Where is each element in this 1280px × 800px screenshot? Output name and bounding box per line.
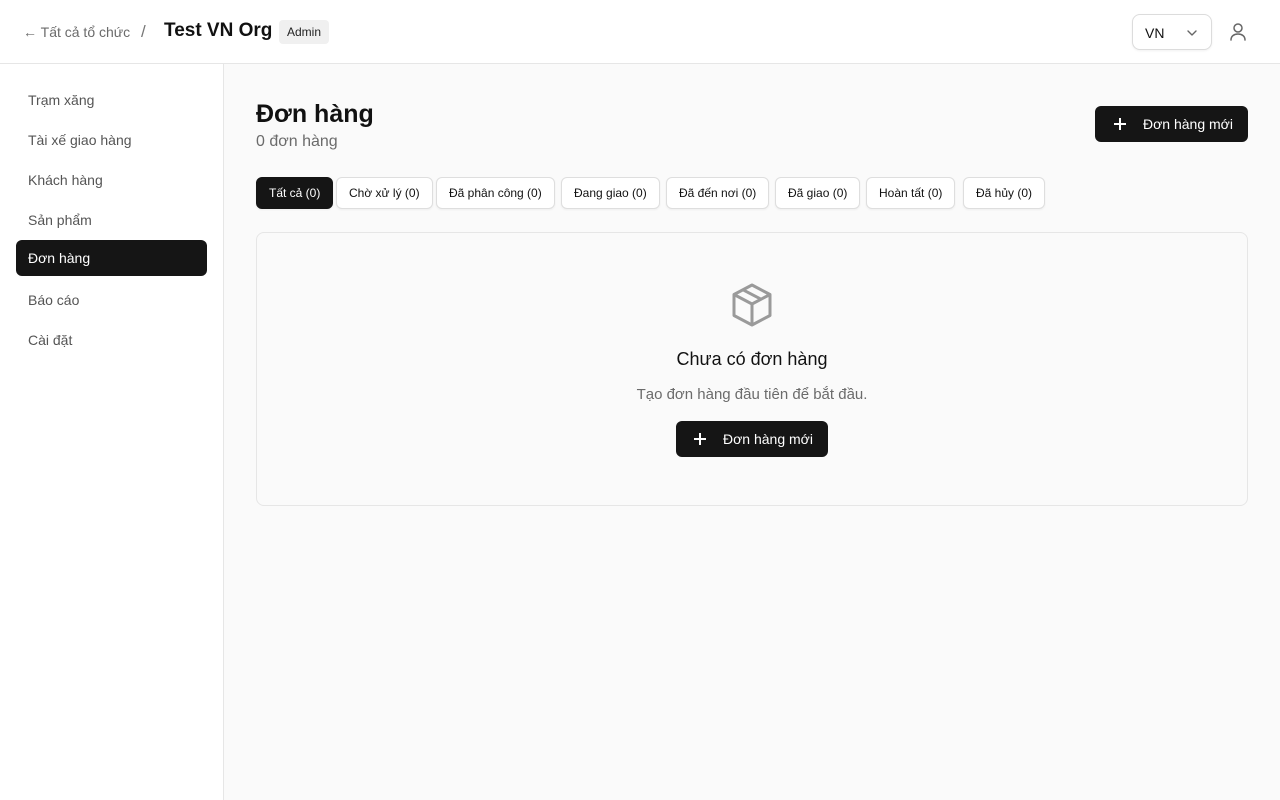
sidebar-item-gas-stations[interactable]: Trạm xăng — [16, 82, 207, 118]
plus-icon — [1113, 117, 1127, 131]
tab-all[interactable]: Tất cả (0) — [256, 177, 334, 209]
sidebar-item-settings[interactable]: Cài đặt — [16, 322, 207, 358]
user-icon — [1230, 23, 1246, 41]
tab-completed[interactable]: Hoàn tất (0) — [866, 177, 956, 209]
breadcrumb-separator: / — [141, 22, 146, 41]
language-select[interactable]: VN — [1132, 14, 1212, 50]
language-value: VN — [1145, 25, 1165, 41]
tab-arrived[interactable]: Đã đến nơi (0) — [666, 177, 770, 209]
empty-state-description: Tạo đơn hàng đầu tiên để bắt đầu. — [636, 386, 868, 403]
new-order-button-label: Đơn hàng mới — [1143, 116, 1233, 132]
sidebar-item-products[interactable]: Sản phẩm — [16, 202, 207, 238]
chevron-down-icon — [1187, 30, 1197, 36]
sidebar-item-delivery-drivers[interactable]: Tài xế giao hàng — [16, 122, 207, 158]
tab-delivered[interactable]: Đã giao (0) — [775, 177, 861, 209]
role-badge: Admin — [279, 20, 330, 44]
empty-state-title: Chưa có đơn hàng — [676, 349, 828, 369]
tab-assigned[interactable]: Đã phân công (0) — [436, 177, 555, 209]
page-title: Đơn hàng — [256, 100, 374, 128]
user-menu-button[interactable] — [1226, 20, 1250, 44]
sidebar-item-customers[interactable]: Khách hàng — [16, 162, 207, 198]
organization-name: Test VN Org — [164, 20, 273, 41]
plus-icon — [693, 432, 707, 446]
tab-pending[interactable]: Chờ xử lý (0) — [336, 177, 433, 209]
empty-state-new-order-button[interactable]: Đơn hàng mới — [676, 421, 828, 457]
sidebar: Trạm xăng Tài xế giao hàng Khách hàng Sả… — [0, 64, 224, 800]
sidebar-item-reports[interactable]: Báo cáo — [16, 282, 207, 318]
new-order-button[interactable]: Đơn hàng mới — [1095, 106, 1248, 142]
order-count: 0 đơn hàng — [256, 133, 338, 150]
back-to-organizations-link[interactable]: ← Tất cả tổ chức — [23, 24, 130, 40]
sidebar-item-orders[interactable]: Đơn hàng — [16, 240, 207, 276]
package-icon — [732, 283, 772, 327]
tab-in-delivery[interactable]: Đang giao (0) — [561, 177, 660, 209]
top-bar: ← Tất cả tổ chức / Test VN Org Admin VN — [0, 0, 1280, 64]
empty-state-button-label: Đơn hàng mới — [723, 431, 813, 447]
tab-cancelled[interactable]: Đã hủy (0) — [963, 177, 1046, 209]
